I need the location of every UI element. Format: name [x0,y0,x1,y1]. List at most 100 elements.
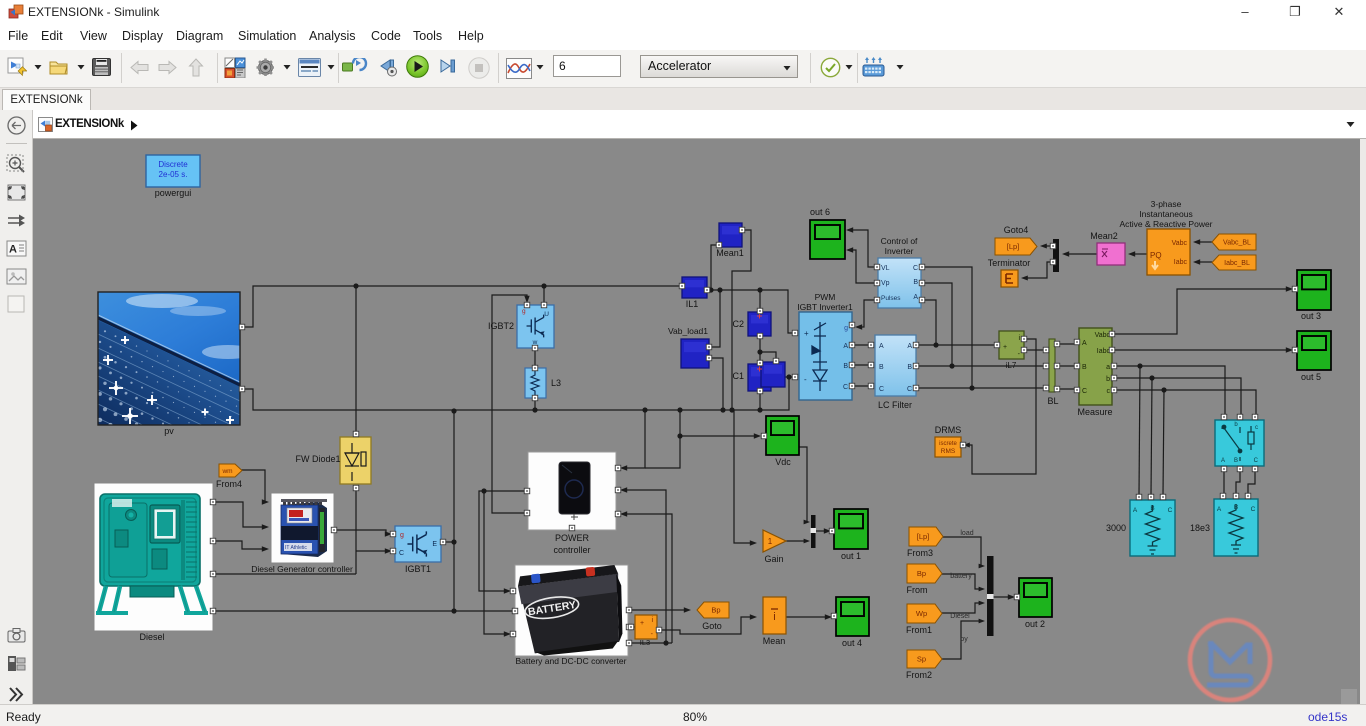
svg-text:B: B [1234,504,1238,511]
svg-text:C: C [1082,388,1087,395]
svg-text:wm: wm [221,468,232,475]
svg-text:out 4: out 4 [842,638,862,648]
svg-text:b: b [1106,376,1110,383]
svg-text:C: C [1251,506,1256,513]
svg-text:A: A [1217,506,1222,513]
svg-text:B: B [843,363,848,370]
svg-text:Measure: Measure [1077,407,1112,417]
svg-text:powergui: powergui [155,188,192,198]
svg-text:i: i [773,611,775,623]
svg-text:Bp: Bp [711,606,720,615]
svg-text:C1: C1 [732,371,744,381]
svg-text:Instantaneous: Instantaneous [1139,209,1192,219]
svg-text:C: C [907,386,912,393]
svg-text:a: a [1106,364,1110,371]
svg-text:B: B [1234,458,1238,464]
svg-text:C: C [879,386,884,393]
svg-text:Pulses: Pulses [881,295,901,302]
svg-text:L3: L3 [551,378,561,388]
svg-text:iscrete: iscrete [939,441,957,447]
svg-text:Vab_load1: Vab_load1 [668,326,708,336]
svg-text:Vp: Vp [881,280,890,287]
svg-text:g: g [522,308,526,315]
svg-text:B: B [1082,364,1087,371]
svg-text:Vdc: Vdc [775,457,791,467]
svg-text:Goto: Goto [702,621,722,631]
svg-text:C2: C2 [732,319,744,329]
svg-text:Iabc: Iabc [1174,259,1188,266]
svg-text:[Lp]: [Lp] [917,532,930,541]
svg-text:+: + [804,329,809,338]
svg-text:A: A [879,343,884,350]
svg-text:load: load [960,530,973,537]
svg-text:IL1: IL1 [686,299,699,309]
svg-text:-: - [804,375,807,384]
svg-text:IL3: IL3 [640,638,650,647]
svg-text:3000: 3000 [1106,523,1126,533]
svg-text:IGBT2: IGBT2 [488,321,514,331]
svg-text:out 1: out 1 [841,551,861,561]
svg-text:PQ: PQ [1150,251,1162,260]
svg-text:C: C [1254,458,1259,464]
svg-text:From: From [907,585,928,595]
svg-text:C: C [913,265,918,272]
svg-text:LC Filter: LC Filter [878,400,912,410]
svg-text:c: c [1255,425,1258,431]
svg-text:From1: From1 [906,625,932,635]
svg-text:DRMS: DRMS [935,425,962,435]
svg-text:Wp: Wp [916,609,927,618]
svg-text:Mean: Mean [763,636,786,646]
svg-text:iL7: iL7 [1006,361,1017,370]
svg-text:A: A [913,294,918,301]
svg-text:IGBT1: IGBT1 [405,564,431,574]
svg-text:py: py [960,636,968,643]
svg-text:C: C [843,384,848,391]
svg-text:3-phase: 3-phase [1151,199,1182,209]
svg-text:BL: BL [1047,396,1058,406]
svg-text:A: A [9,244,17,256]
svg-text:controller: controller [553,545,590,555]
svg-text:VL: VL [881,265,890,272]
svg-text:A: A [1221,458,1225,464]
svg-text:Vabc: Vabc [1172,240,1188,247]
svg-text:C: C [1168,507,1173,514]
svg-text:18e3: 18e3 [1190,523,1210,533]
svg-text:1: 1 [768,537,773,546]
svg-text:B: B [879,364,884,371]
svg-text:pv: pv [164,426,174,436]
svg-text:Iabc_BL: Iabc_BL [1224,260,1250,267]
svg-text:IT Athletic: IT Athletic [285,545,307,551]
svg-text:Goto4: Goto4 [1004,225,1029,235]
svg-text:+: + [640,620,644,627]
svg-text:Inverter: Inverter [885,246,914,256]
svg-text:POWER: POWER [555,533,590,543]
svg-text:g: g [400,532,404,539]
svg-text:FW Diode1: FW Diode1 [295,454,340,464]
svg-text:out 5: out 5 [1301,372,1321,382]
svg-text:U: U [544,311,549,318]
svg-text:From4: From4 [216,479,242,489]
svg-text:IGBT Inverter1: IGBT Inverter1 [797,302,853,312]
svg-text:c: c [1107,388,1111,395]
svg-text:A: A [843,343,848,350]
svg-text:B: B [907,364,912,371]
svg-text:out 3: out 3 [1301,311,1321,321]
svg-text:Terminator: Terminator [988,258,1031,268]
svg-text:Mean1: Mean1 [716,248,744,258]
svg-text:Vabc: Vabc [1095,332,1111,339]
svg-text:Active & Reactive Power: Active & Reactive Power [1119,219,1212,229]
svg-text:battery: battery [950,573,972,580]
svg-text:B: B [1150,505,1154,512]
svg-text:A: A [1082,340,1087,347]
svg-text:RMS: RMS [941,448,956,455]
svg-text:Bp: Bp [917,569,926,578]
svg-text:Battery and DC-DC converter: Battery and DC-DC converter [515,656,626,666]
svg-text:C: C [399,550,404,557]
svg-text:From2: From2 [906,670,932,680]
svg-text:B: B [913,279,918,286]
svg-text:2e-05 s.: 2e-05 s. [159,170,188,179]
svg-text:A: A [907,343,912,350]
svg-text:PWM: PWM [815,292,836,302]
svg-text:Diesel: Diesel [139,632,164,642]
svg-text:Gain: Gain [764,554,783,564]
